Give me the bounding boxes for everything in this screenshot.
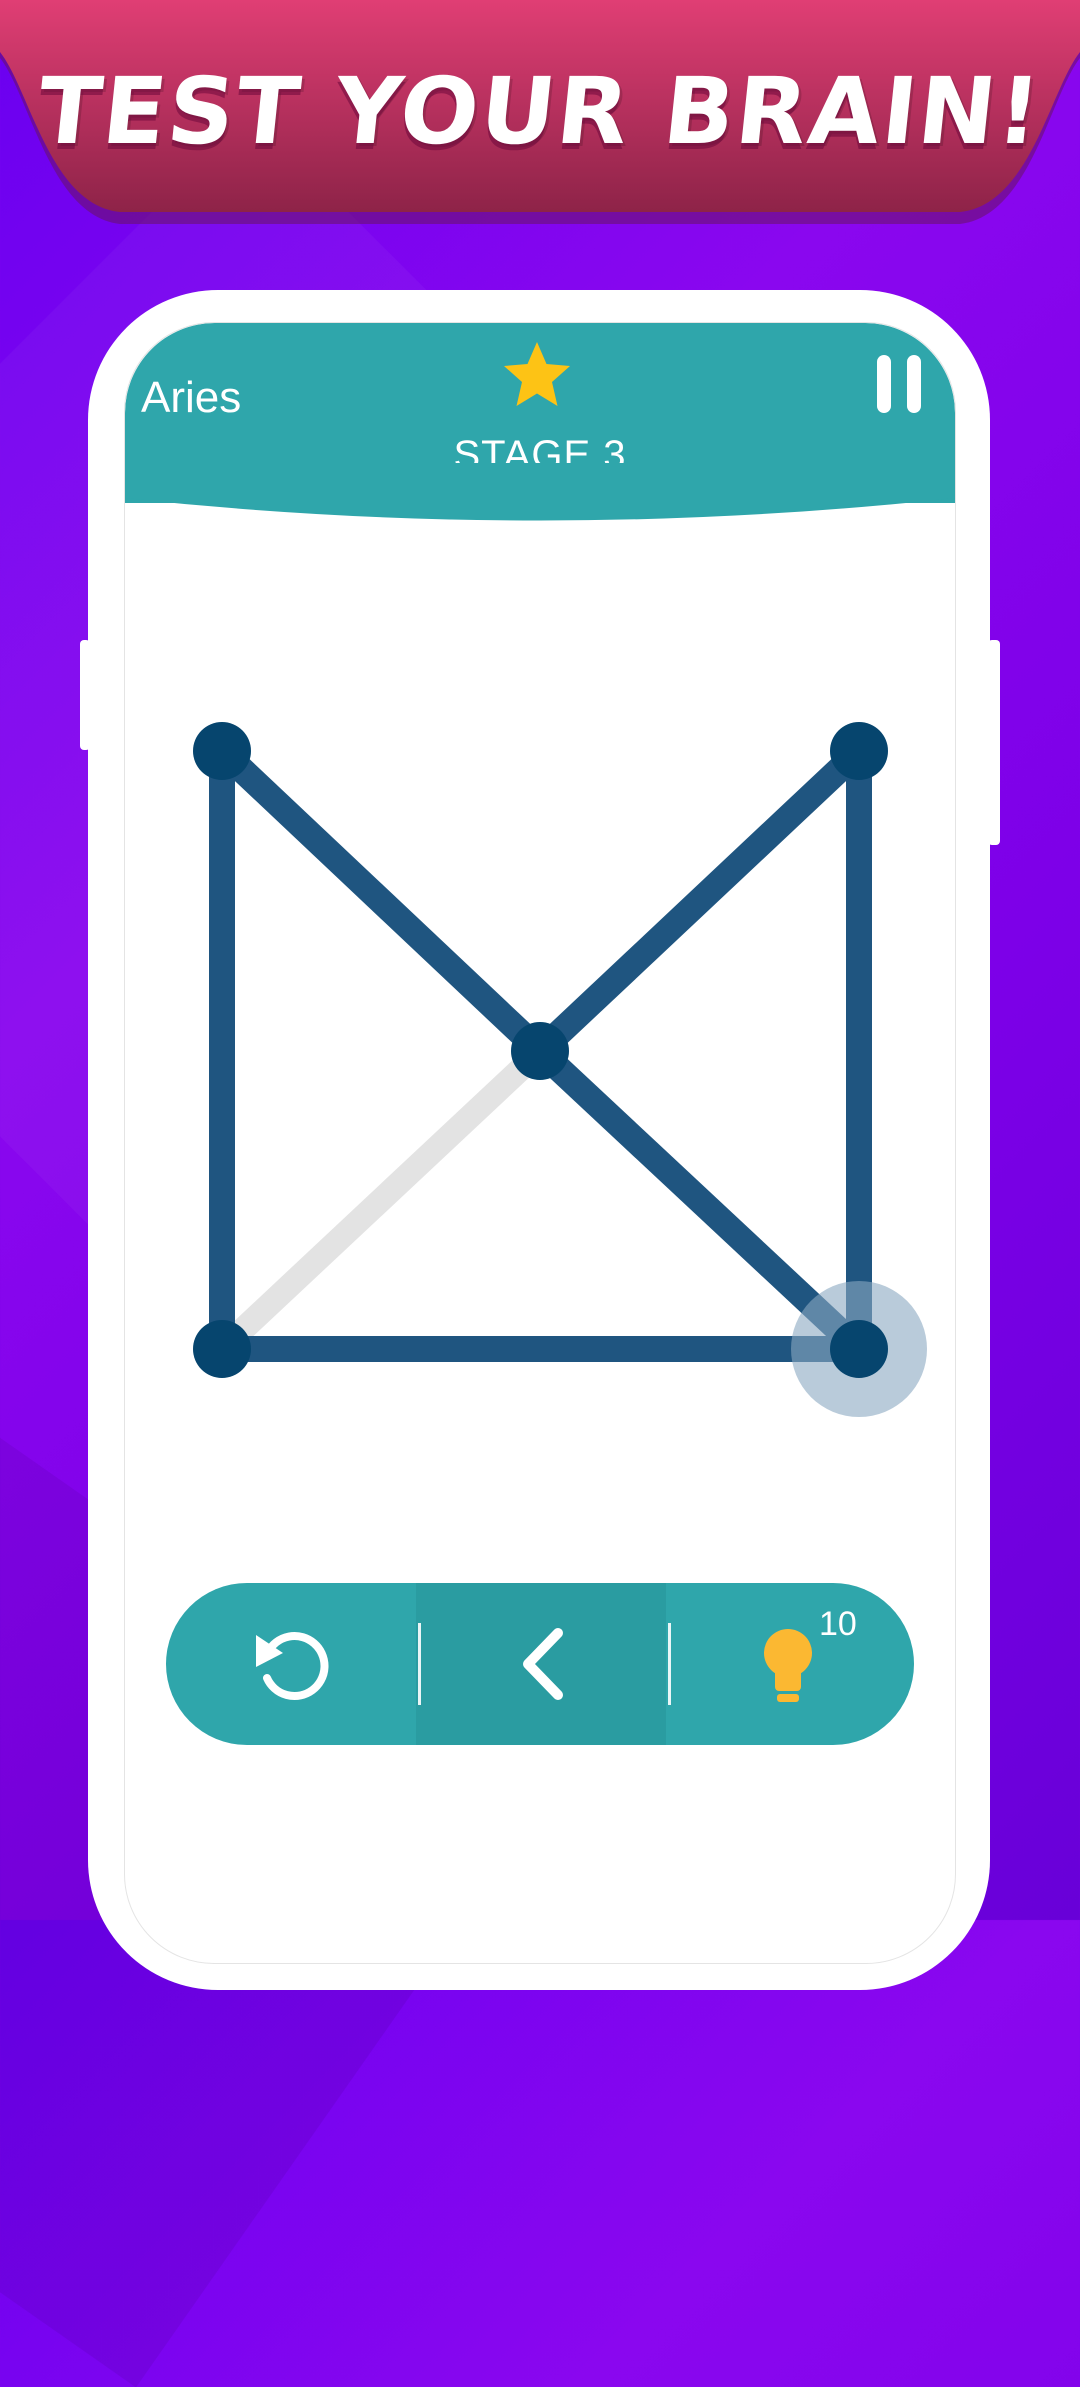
node-top-left[interactable] xyxy=(193,722,251,780)
node-bottom-right[interactable] xyxy=(830,1320,888,1378)
lightbulb-icon xyxy=(764,1629,812,1702)
node-top-right[interactable] xyxy=(830,722,888,780)
hint-button[interactable] xyxy=(668,1583,914,1745)
game-toolbar: 10 xyxy=(166,1583,914,1745)
game-screen: Aries STAGE 3 10 xyxy=(124,322,956,1964)
restart-icon xyxy=(256,1632,329,1701)
hint-count: 10 xyxy=(819,1605,857,1643)
title-banner: TEST YOUR BRAIN! xyxy=(0,0,1080,230)
banner-title: TEST YOUR BRAIN! xyxy=(32,58,1048,165)
edge-drawn xyxy=(531,741,868,1061)
edge-remaining xyxy=(210,1039,552,1361)
phone-side-button xyxy=(988,640,1000,845)
edge-drawn xyxy=(213,741,549,1061)
node-center[interactable] xyxy=(511,1022,569,1080)
phone-side-button xyxy=(80,640,90,750)
node-bottom-left[interactable] xyxy=(193,1320,251,1378)
undo-button[interactable] xyxy=(418,1583,666,1745)
restart-button[interactable] xyxy=(166,1583,414,1745)
chevron-left-icon xyxy=(523,1628,563,1700)
